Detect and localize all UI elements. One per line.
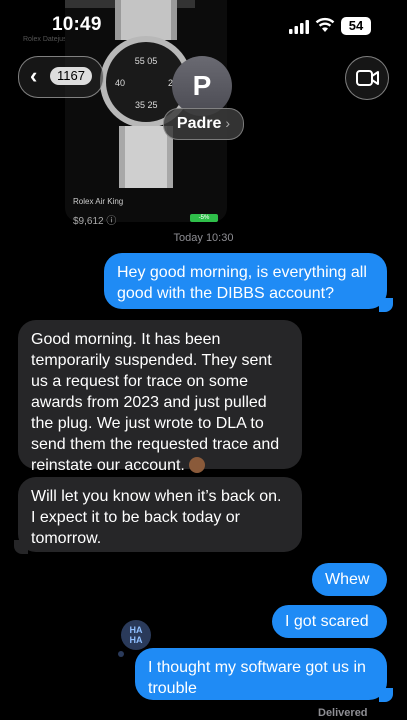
svg-text:55 05: 55 05 [135, 56, 158, 66]
delivered-status: Delivered [318, 707, 368, 719]
contact-name-button[interactable]: Padre › [163, 108, 244, 140]
bubble-tail [379, 688, 393, 702]
svg-text:40: 40 [115, 78, 125, 88]
conversation-timestamp: Today 10:30 [0, 232, 407, 244]
facetime-video-button[interactable] [345, 56, 389, 100]
reaction-text-1: HA [129, 625, 143, 635]
status-time: 10:49 [52, 14, 102, 35]
bubble-tail [379, 298, 393, 312]
product-name: Rolex Air King [73, 197, 124, 206]
emoji-icon [188, 457, 205, 473]
unread-count-badge: 1167 [50, 67, 92, 85]
chevron-right-icon: › [225, 115, 231, 131]
message-bubble-outgoing[interactable]: Whew [312, 563, 387, 596]
message-bubble-outgoing[interactable]: Hey good morning, is everything all good… [104, 253, 387, 309]
reaction-text-2: HA [129, 635, 143, 645]
background-side-label: Rolex Datejust [23, 36, 69, 43]
battery-indicator: 54 [341, 17, 371, 35]
haha-reaction-badge[interactable]: HA HA [121, 620, 151, 650]
contact-avatar[interactable]: P [172, 56, 232, 116]
message-bubble-incoming[interactable]: Good morning. It has been temporarily su… [18, 320, 302, 474]
contact-name: Padre [176, 115, 222, 132]
video-camera-icon [356, 70, 379, 86]
wifi-icon [315, 17, 335, 32]
timestamp-day: Today [173, 232, 203, 244]
bubble-tail [14, 540, 28, 554]
product-price: $9,612 ⓘ [73, 216, 117, 227]
message-bubble-outgoing[interactable]: I thought my software got us in trouble [135, 648, 387, 700]
timestamp-time: 10:30 [205, 232, 234, 244]
svg-text:35 25: 35 25 [135, 100, 158, 110]
chevron-left-icon: ‹ [30, 63, 38, 88]
message-bubble-outgoing[interactable]: I got scared [272, 605, 387, 638]
reaction-tail-dot [118, 651, 124, 657]
cellular-signal-icon [289, 20, 309, 34]
message-bubble-incoming[interactable]: Will let you know when it’s back on. I e… [18, 477, 302, 552]
message-text: Good morning. It has been temporarily su… [31, 331, 280, 474]
discount-tag: -5% [190, 214, 218, 222]
